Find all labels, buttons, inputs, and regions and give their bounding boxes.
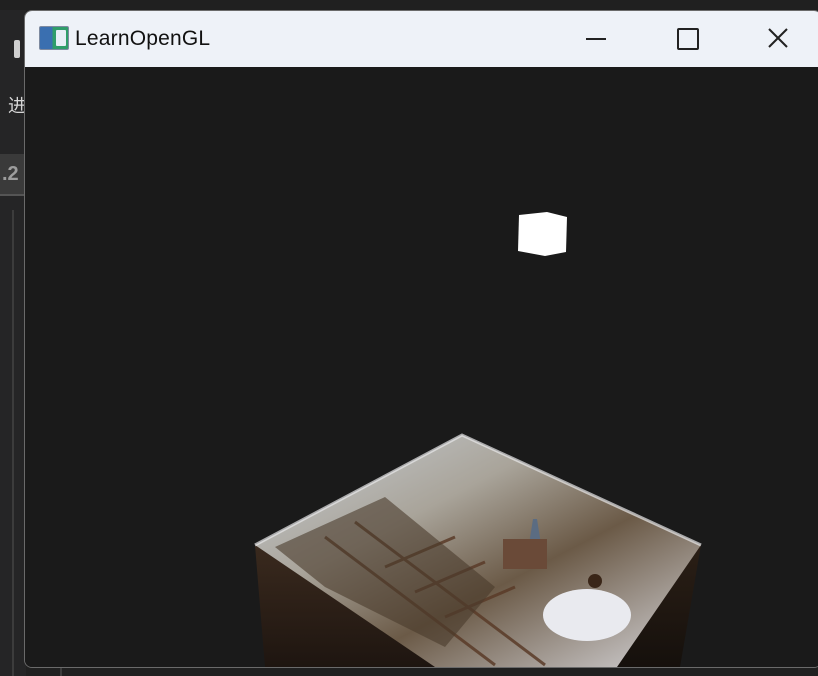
light-cube xyxy=(518,212,567,256)
background-menubar xyxy=(0,0,818,10)
minimize-button[interactable] xyxy=(573,23,619,55)
close-icon xyxy=(768,28,788,48)
maximize-button[interactable] xyxy=(663,23,709,55)
opengl-viewport[interactable] xyxy=(25,67,818,667)
close-button[interactable] xyxy=(755,23,801,55)
background-toolbar-icon xyxy=(14,40,20,58)
window-title: LearnOpenGL xyxy=(75,27,211,50)
learnopengl-window[interactable]: LearnOpenGL xyxy=(24,10,818,668)
app-icon xyxy=(39,26,69,50)
title-bar[interactable]: LearnOpenGL xyxy=(25,11,818,67)
background-divider xyxy=(12,210,14,676)
scene-canvas xyxy=(254,212,702,667)
photo-person-head xyxy=(588,574,602,588)
photo-building xyxy=(503,539,547,569)
photo-person-dress xyxy=(543,589,631,641)
